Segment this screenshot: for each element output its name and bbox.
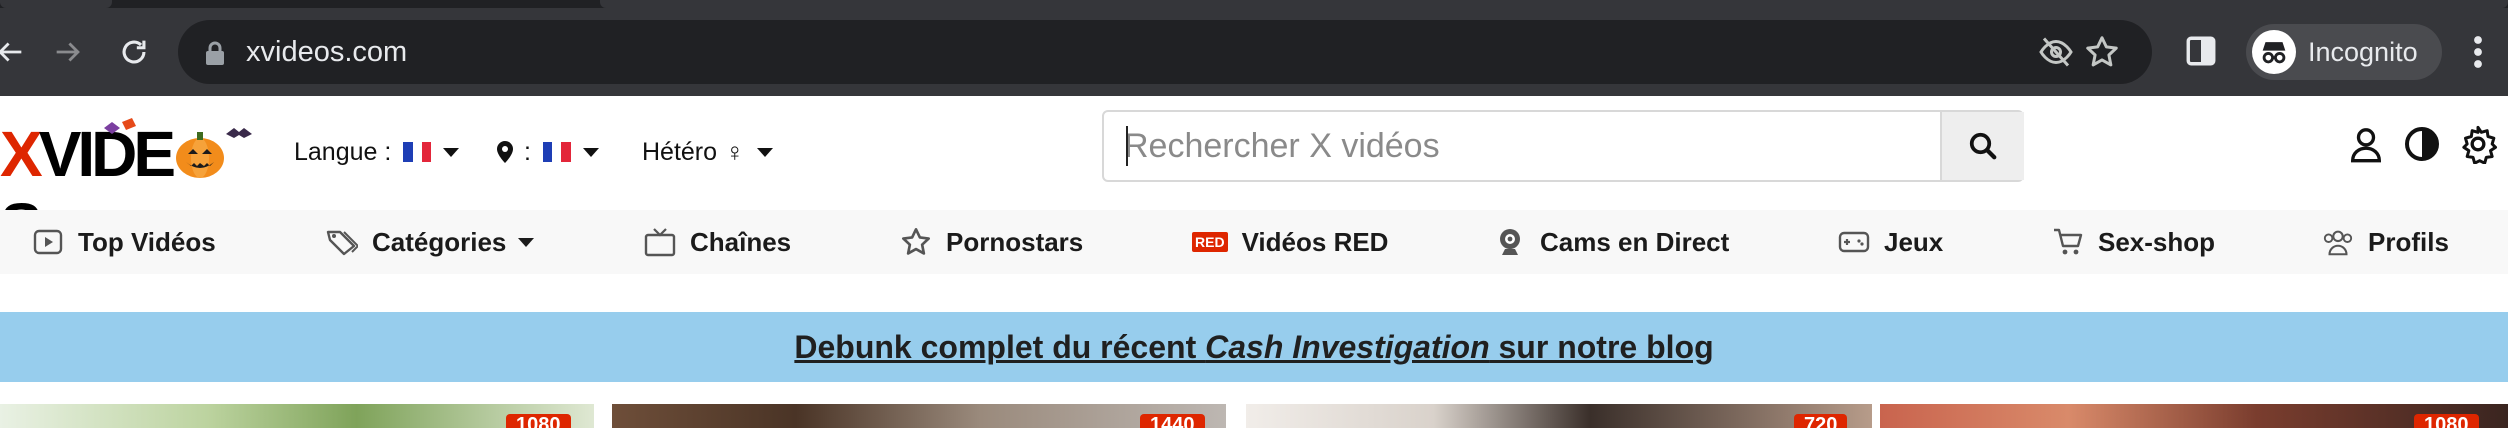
nav-label: Top Vidéos [78, 226, 216, 257]
star-icon [900, 226, 932, 258]
nav-label: Cams en Direct [1540, 226, 1730, 257]
search-form [1102, 110, 2024, 182]
quality-badge: 720 [1794, 414, 1848, 428]
address-bar[interactable]: xvideos.com [178, 20, 2152, 84]
banner-italic-text: Cash Investigation [1205, 328, 1490, 365]
search-icon [1969, 132, 1997, 160]
banner-text-end: sur notre blog [1489, 328, 1714, 365]
site-logo[interactable]: XVIDE S [0, 114, 260, 262]
incognito-profile-button[interactable]: Incognito [2246, 24, 2442, 80]
reload-button[interactable] [108, 26, 160, 78]
nav-categories[interactable]: Catégories [326, 210, 535, 274]
nav-profiles[interactable]: Profils [2322, 210, 2449, 274]
webcam-icon [1494, 226, 1526, 258]
search-button[interactable] [1940, 112, 2024, 180]
video-thumbnail[interactable]: 1080 [0, 404, 594, 428]
tab-edge [600, 0, 2508, 8]
nav-label: Sex-shop [2098, 226, 2216, 257]
video-thumbnail[interactable]: 1080 [1880, 404, 2508, 428]
user-account-icon[interactable] [2346, 124, 2386, 164]
search-input[interactable] [1124, 124, 1934, 168]
tv-icon [644, 226, 676, 258]
back-button[interactable] [0, 26, 36, 78]
language-label: Langue : [294, 137, 392, 166]
nav-label: Profils [2368, 226, 2449, 257]
nav-pornstars[interactable]: Pornostars [900, 210, 1083, 274]
reload-icon [122, 40, 146, 64]
chevron-down-icon [756, 147, 773, 157]
nav-label: Jeux [1884, 226, 1944, 257]
site-header: XVIDE S Langue : : [0, 96, 2508, 262]
country-separator: : [524, 137, 531, 166]
forward-button[interactable] [42, 26, 94, 78]
gamepad-icon [1838, 226, 1870, 258]
nav-top-videos[interactable]: Top Vidéos [32, 210, 216, 274]
orientation-label: Hétéro [642, 137, 718, 166]
france-flag-icon [403, 142, 432, 162]
category-nav: Top Vidéos Catégories Chaînes Pornostars… [0, 210, 2508, 274]
quality-badge: 1080 [2414, 414, 2479, 428]
tab-edge [0, 0, 112, 8]
text-cursor [1126, 126, 1128, 166]
nav-games[interactable]: Jeux [1838, 210, 1943, 274]
arrow-right-icon [56, 42, 80, 62]
nav-channels[interactable]: Chaînes [644, 210, 791, 274]
video-thumbnail[interactable]: 1440 [612, 404, 1226, 428]
users-icon [2322, 226, 2354, 258]
url-text[interactable]: xvideos.com [246, 36, 407, 68]
language-selector[interactable]: Langue : [294, 132, 460, 172]
bat-icon [226, 128, 252, 138]
play-icon [32, 226, 64, 258]
bookmark-star-icon[interactable] [2084, 34, 2120, 70]
nav-label: Chaînes [690, 226, 792, 257]
country-selector[interactable]: : [496, 132, 599, 172]
arrow-left-icon [0, 42, 22, 62]
side-panel-icon[interactable] [2184, 34, 2218, 68]
nav-sex-shop[interactable]: Sex-shop [2052, 210, 2215, 274]
orientation-selector[interactable]: Hétéro ♀ [642, 132, 773, 172]
candy-icon [104, 118, 136, 134]
france-flag-icon [542, 142, 571, 162]
announcement-banner: Debunk complet du récent Cash Investigat… [0, 312, 2508, 382]
nav-label: Pornostars [946, 226, 1084, 257]
blog-link[interactable]: Debunk complet du récent Cash Investigat… [794, 329, 1713, 366]
chevron-down-icon [518, 237, 535, 247]
nav-label: Vidéos RED [1241, 226, 1389, 257]
incognito-icon [2252, 30, 2296, 74]
nav-videos-red[interactable]: RED Vidéos RED [1192, 210, 1388, 274]
logo-x: X [0, 118, 43, 190]
female-symbol-icon: ♀ [725, 136, 745, 167]
lock-icon [206, 41, 224, 65]
location-pin-icon [497, 141, 513, 163]
quality-badge: 1080 [506, 414, 571, 428]
eye-off-icon[interactable] [2038, 34, 2074, 70]
profile-label: Incognito [2308, 37, 2418, 67]
banner-text: Debunk complet du récent [794, 328, 1206, 365]
tags-icon [326, 226, 358, 258]
pumpkin-icon [172, 118, 228, 190]
more-options-icon[interactable] [2464, 34, 2492, 70]
cart-icon [2052, 226, 2084, 258]
settings-gear-icon[interactable] [2458, 124, 2498, 164]
browser-chrome: xvideos.com Incognito [0, 0, 2508, 96]
quality-badge: 1440 [1140, 414, 1205, 428]
tab-strip [0, 0, 2508, 8]
chevron-down-icon [443, 147, 460, 157]
nav-live-cams[interactable]: Cams en Direct [1494, 210, 1729, 274]
video-thumbnail[interactable]: 720 [1246, 404, 1872, 428]
nav-label: Catégories [372, 226, 507, 257]
red-badge: RED [1192, 232, 1228, 252]
contrast-toggle-icon[interactable] [2402, 124, 2442, 164]
chevron-down-icon [582, 147, 599, 157]
